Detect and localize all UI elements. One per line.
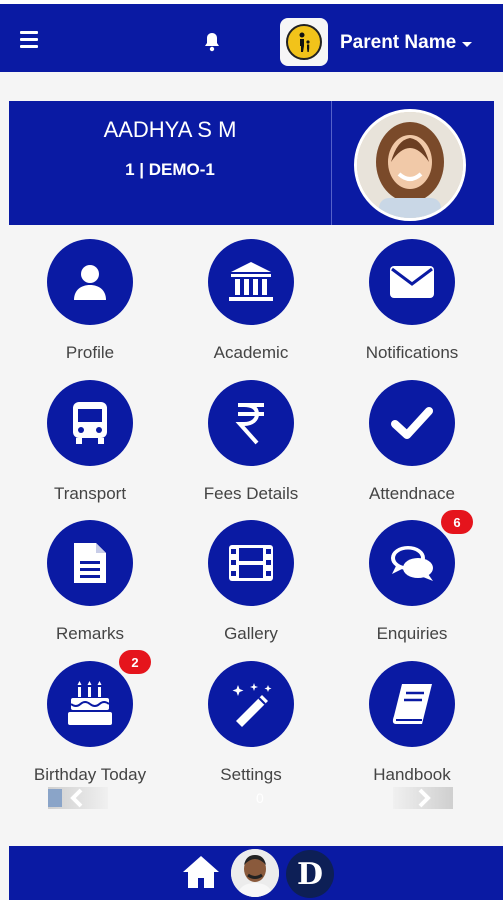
chat-icon bbox=[369, 520, 455, 606]
rupee-icon bbox=[208, 380, 294, 466]
menu-fees-details[interactable]: Fees Details bbox=[171, 380, 331, 504]
student-card: AADHYA S M 1 | DEMO-1 bbox=[9, 101, 494, 225]
student-class-section: 1 | DEMO-1 bbox=[125, 160, 215, 179]
carousel-prev-button[interactable] bbox=[48, 787, 108, 809]
book-icon bbox=[369, 661, 455, 747]
bell-icon[interactable] bbox=[200, 30, 224, 54]
bottom-navigation: D bbox=[9, 846, 503, 900]
enquiries-count-badge: 6 bbox=[441, 510, 473, 534]
film-icon bbox=[208, 520, 294, 606]
bank-icon bbox=[208, 239, 294, 325]
menu-label: Academic bbox=[213, 343, 289, 362]
parent-child-logo-icon bbox=[286, 24, 322, 60]
student-avatar[interactable] bbox=[354, 109, 466, 221]
menu-label: Handbook bbox=[373, 765, 451, 784]
birthday-count-badge: 2 bbox=[119, 650, 151, 674]
menu-label: Enquiries bbox=[376, 624, 448, 643]
menu-label: Profile bbox=[65, 343, 115, 362]
top-app-bar: Parent Name bbox=[0, 0, 503, 72]
parent-name-label: Parent Name bbox=[340, 32, 457, 53]
menu-remarks[interactable]: Remarks bbox=[10, 520, 170, 644]
menu-label: Notifications bbox=[365, 343, 459, 362]
menu-enquiries[interactable]: Enquiries bbox=[332, 520, 492, 644]
menu-label: Remarks bbox=[55, 624, 124, 643]
menu-label: Birthday Today bbox=[33, 765, 147, 784]
hamburger-icon[interactable] bbox=[20, 31, 38, 48]
menu-academic[interactable]: Academic bbox=[171, 239, 331, 363]
menu-notifications[interactable]: Notifications bbox=[332, 239, 492, 363]
user-avatar[interactable] bbox=[231, 849, 279, 897]
menu-gallery[interactable]: Gallery bbox=[171, 520, 331, 644]
check-icon bbox=[369, 380, 455, 466]
birthday-cake-icon bbox=[47, 661, 133, 747]
divider bbox=[331, 101, 332, 225]
menu-handbook[interactable]: Handbook bbox=[332, 661, 492, 785]
menu-settings[interactable]: Settings bbox=[171, 661, 331, 785]
menu-birthday-today[interactable]: Birthday Today bbox=[10, 661, 170, 785]
home-icon[interactable] bbox=[181, 854, 221, 895]
menu-label: Fees Details bbox=[203, 484, 299, 503]
magic-wand-icon bbox=[208, 661, 294, 747]
menu-label: Transport bbox=[53, 484, 127, 503]
document-icon bbox=[47, 520, 133, 606]
envelope-icon bbox=[369, 239, 455, 325]
carousel-indicator: 0 bbox=[256, 790, 264, 806]
menu-label: Settings bbox=[220, 765, 282, 784]
student-name: AADHYA S M bbox=[103, 117, 237, 142]
menu-label: Attendnace bbox=[368, 484, 455, 503]
bus-icon bbox=[47, 380, 133, 466]
menu-transport[interactable]: Transport bbox=[10, 380, 170, 504]
chevron-down-icon bbox=[462, 41, 473, 47]
parent-logo bbox=[280, 18, 328, 66]
carousel-next-button[interactable] bbox=[393, 787, 453, 809]
menu-label: Gallery bbox=[224, 624, 278, 643]
menu-attendance[interactable]: Attendnace bbox=[332, 380, 492, 504]
brand-logo[interactable]: D bbox=[286, 850, 334, 898]
user-icon bbox=[47, 239, 133, 325]
menu-profile[interactable]: Profile bbox=[10, 239, 170, 363]
parent-name-dropdown[interactable]: Parent Name bbox=[340, 32, 473, 54]
